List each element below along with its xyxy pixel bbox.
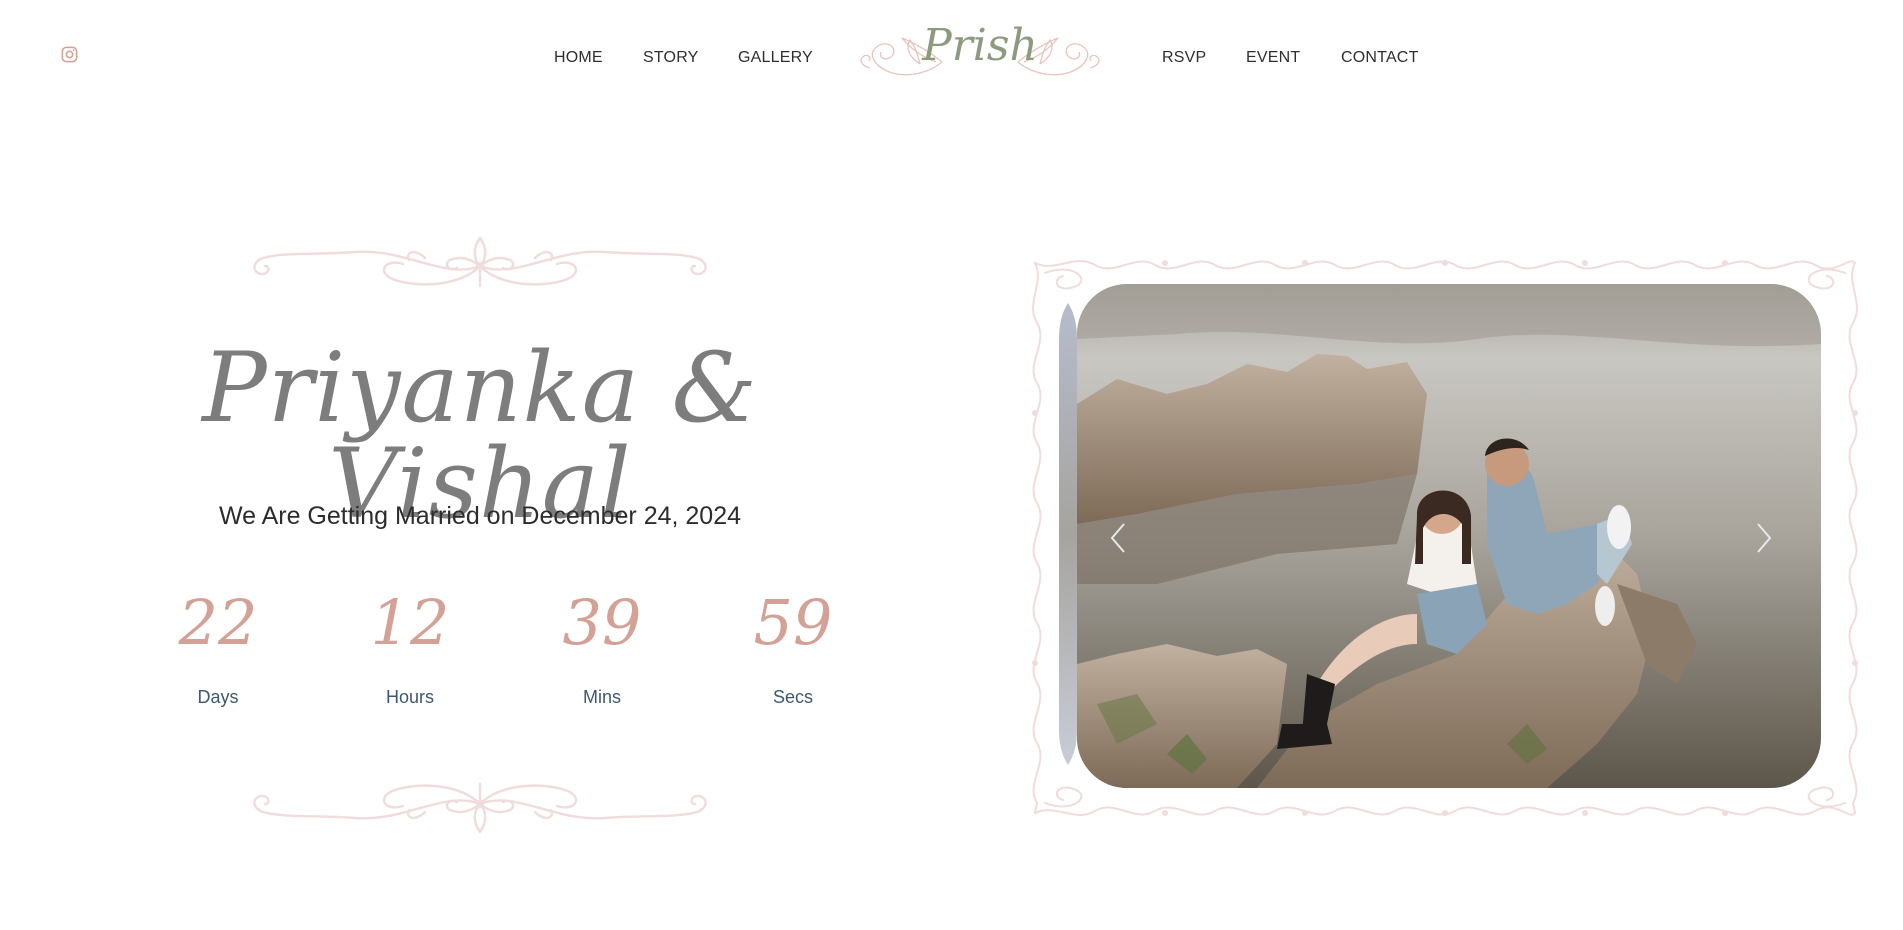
countdown-mins-label: Mins bbox=[582, 687, 621, 707]
chevron-left-icon bbox=[1110, 523, 1125, 553]
carousel-photo bbox=[1077, 284, 1821, 788]
instagram-icon[interactable] bbox=[60, 45, 79, 64]
nav-story[interactable]: STORY bbox=[643, 49, 699, 67]
countdown-hours-value: 12 bbox=[370, 586, 450, 659]
countdown-secs-value: 59 bbox=[753, 586, 833, 659]
logo[interactable]: Prish bbox=[850, 18, 1110, 86]
nav-gallery[interactable]: GALLERY bbox=[738, 49, 813, 67]
countdown-mins-value: 39 bbox=[562, 586, 642, 659]
nav-event[interactable]: EVENT bbox=[1246, 49, 1300, 67]
countdown-hours-label: Hours bbox=[385, 687, 434, 707]
nav-home[interactable]: HOME bbox=[554, 49, 603, 67]
countdown-days-label: Days bbox=[197, 687, 239, 707]
countdown-secs-label: Secs bbox=[772, 687, 814, 707]
nav-contact[interactable]: CONTACT bbox=[1341, 49, 1419, 67]
carousel-next-arrow[interactable] bbox=[1752, 520, 1776, 556]
carousel-prev-arrow[interactable] bbox=[1106, 520, 1130, 556]
nav-rsvp[interactable]: RSVP bbox=[1162, 49, 1206, 67]
chevron-right-icon bbox=[1757, 523, 1772, 553]
ornament-bottom-icon bbox=[253, 782, 707, 834]
carousel-prev-slide[interactable] bbox=[1059, 303, 1077, 765]
countdown-days-value: 22 bbox=[178, 586, 258, 659]
ornament-top-icon bbox=[253, 236, 707, 288]
logo-text: Prish bbox=[922, 20, 1038, 71]
couple-photo bbox=[1077, 284, 1821, 788]
wedding-date-subtitle: We Are Getting Married on December 24, 2… bbox=[218, 502, 742, 530]
